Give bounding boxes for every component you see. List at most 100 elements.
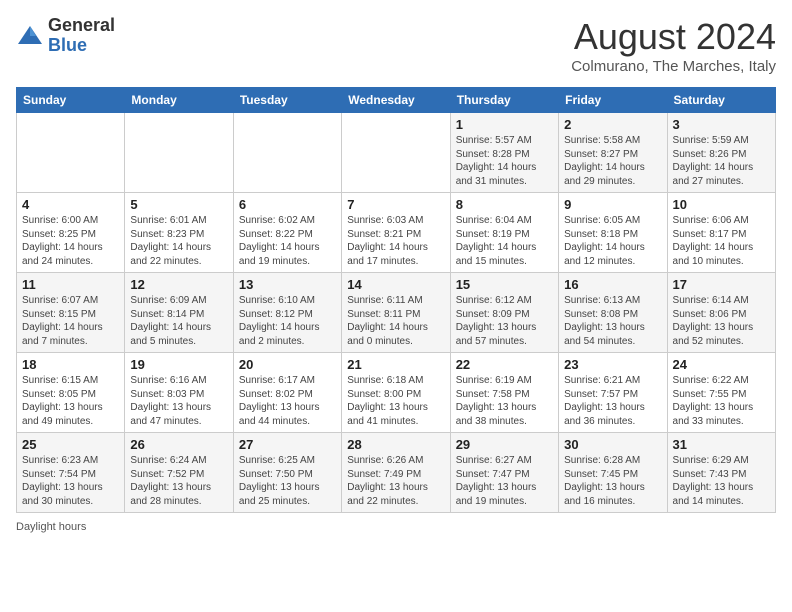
day-number: 19 — [130, 357, 227, 372]
calendar-cell: 8 Sunrise: 6:04 AM Sunset: 8:19 PM Daylig… — [450, 193, 558, 273]
day-number: 7 — [347, 197, 444, 212]
day-number: 5 — [130, 197, 227, 212]
day-number: 26 — [130, 437, 227, 452]
calendar-cell: 17Sunrise: 6:14 AM Sunset: 8:06 PM Dayli… — [667, 273, 775, 353]
header: General Blue August 2024 Colmurano, The … — [16, 16, 776, 75]
day-info: Sunrise: 6:26 AM Sunset: 7:49 PM Dayligh… — [347, 454, 444, 508]
calendar-cell: 19 Sunrise: 6:16 AM Sunset: 8:03 PM Dayli… — [125, 353, 233, 433]
logo: General Blue — [16, 16, 115, 56]
day-header-wednesday: Wednesday — [342, 88, 450, 113]
day-number: 30 — [564, 437, 661, 452]
day-number: 8 — [456, 197, 553, 212]
day-header-friday: Friday — [559, 88, 667, 113]
day-number: 9 — [564, 197, 661, 212]
day-info: Sunrise: 6:25 AM Sunset: 7:50 PM Dayligh… — [239, 454, 336, 508]
day-number: 12 — [130, 277, 227, 292]
day-number: 2 — [564, 117, 661, 132]
logo-icon — [16, 22, 44, 50]
day-number: 20 — [239, 357, 336, 372]
day-info: Sunrise: 6:23 AM Sunset: 7:54 PM Dayligh… — [22, 454, 119, 508]
day-info: Sunrise: 6:29 AM Sunset: 7:43 PM Dayligh… — [673, 454, 770, 508]
calendar-cell: 12 Sunrise: 6:09 AM Sunset: 8:14 PM Dayli… — [125, 273, 233, 353]
calendar-cell: 31 Sunrise: 6:29 AM Sunset: 7:43 PM Dayli… — [667, 433, 775, 513]
day-info: Sunrise: 6:10 AM Sunset: 8:12 PM Dayligh… — [239, 294, 336, 348]
day-number: 6 — [239, 197, 336, 212]
footer-note: Daylight hours — [16, 521, 776, 533]
calendar-cell: 28 Sunrise: 6:26 AM Sunset: 7:49 PM Dayli… — [342, 433, 450, 513]
calendar-cell: 2Sunrise: 5:58 AM Sunset: 8:27 PM Daylig… — [559, 113, 667, 193]
calendar-cell: 14 Sunrise: 6:11 AM Sunset: 8:11 PM Dayli… — [342, 273, 450, 353]
day-info: Sunrise: 5:57 AM Sunset: 8:28 PM Dayligh… — [456, 134, 553, 188]
day-number: 21 — [347, 357, 444, 372]
day-info: Sunrise: 5:59 AM Sunset: 8:26 PM Dayligh… — [673, 134, 770, 188]
day-number: 24 — [673, 357, 770, 372]
day-info: Sunrise: 6:02 AM Sunset: 8:22 PM Dayligh… — [239, 214, 336, 268]
day-info: Sunrise: 6:15 AM Sunset: 8:05 PM Dayligh… — [22, 374, 119, 428]
day-info: Sunrise: 6:22 AM Sunset: 7:55 PM Dayligh… — [673, 374, 770, 428]
calendar-cell: 9 Sunrise: 6:05 AM Sunset: 8:18 PM Daylig… — [559, 193, 667, 273]
calendar-week-row: 4Sunrise: 6:00 AM Sunset: 8:25 PM Daylig… — [17, 193, 776, 273]
calendar-cell: 6 Sunrise: 6:02 AM Sunset: 8:22 PM Daylig… — [233, 193, 341, 273]
calendar-cell: 27 Sunrise: 6:25 AM Sunset: 7:50 PM Dayli… — [233, 433, 341, 513]
day-info: Sunrise: 6:19 AM Sunset: 7:58 PM Dayligh… — [456, 374, 553, 428]
calendar-cell — [342, 113, 450, 193]
day-info: Sunrise: 6:16 AM Sunset: 8:03 PM Dayligh… — [130, 374, 227, 428]
day-info: Sunrise: 6:28 AM Sunset: 7:45 PM Dayligh… — [564, 454, 661, 508]
day-info: Sunrise: 6:06 AM Sunset: 8:17 PM Dayligh… — [673, 214, 770, 268]
day-number: 16 — [564, 277, 661, 292]
calendar-cell: 18 Sunrise: 6:15 AM Sunset: 8:05 PM Dayli… — [17, 353, 125, 433]
day-header-sunday: Sunday — [17, 88, 125, 113]
day-number: 27 — [239, 437, 336, 452]
day-number: 1 — [456, 117, 553, 132]
calendar-week-row: 1 Sunrise: 5:57 AM Sunset: 8:28 PM Daylig… — [17, 113, 776, 193]
day-number: 25 — [22, 437, 119, 452]
day-info: Sunrise: 6:14 AM Sunset: 8:06 PM Dayligh… — [673, 294, 770, 348]
calendar-week-row: 11 Sunrise: 6:07 AM Sunset: 8:15 PM Dayli… — [17, 273, 776, 353]
day-number: 10 — [673, 197, 770, 212]
day-number: 31 — [673, 437, 770, 452]
day-header-monday: Monday — [125, 88, 233, 113]
day-number: 18 — [22, 357, 119, 372]
calendar-cell: 1 Sunrise: 5:57 AM Sunset: 8:28 PM Daylig… — [450, 113, 558, 193]
day-info: Sunrise: 6:07 AM Sunset: 8:15 PM Dayligh… — [22, 294, 119, 348]
day-info: Sunrise: 6:04 AM Sunset: 8:19 PM Dayligh… — [456, 214, 553, 268]
day-info: Sunrise: 6:13 AM Sunset: 8:08 PM Dayligh… — [564, 294, 661, 348]
day-info: Sunrise: 6:00 AM Sunset: 8:25 PM Dayligh… — [22, 214, 119, 268]
calendar-subtitle: Colmurano, The Marches, Italy — [571, 58, 776, 75]
calendar-cell: 3 Sunrise: 5:59 AM Sunset: 8:26 PM Daylig… — [667, 113, 775, 193]
day-number: 14 — [347, 277, 444, 292]
day-number: 13 — [239, 277, 336, 292]
logo-general-text: General — [48, 15, 115, 35]
day-number: 28 — [347, 437, 444, 452]
calendar-cell — [17, 113, 125, 193]
calendar-cell: 30 Sunrise: 6:28 AM Sunset: 7:45 PM Dayli… — [559, 433, 667, 513]
day-info: Sunrise: 6:17 AM Sunset: 8:02 PM Dayligh… — [239, 374, 336, 428]
calendar-cell: 20 Sunrise: 6:17 AM Sunset: 8:02 PM Dayli… — [233, 353, 341, 433]
calendar-cell — [125, 113, 233, 193]
day-info: Sunrise: 6:12 AM Sunset: 8:09 PM Dayligh… — [456, 294, 553, 348]
calendar-cell: 22Sunrise: 6:19 AM Sunset: 7:58 PM Dayli… — [450, 353, 558, 433]
calendar-cell: 10 Sunrise: 6:06 AM Sunset: 8:17 PM Dayli… — [667, 193, 775, 273]
calendar-cell: 7 Sunrise: 6:03 AM Sunset: 8:21 PM Daylig… — [342, 193, 450, 273]
calendar-week-row: 18 Sunrise: 6:15 AM Sunset: 8:05 PM Dayli… — [17, 353, 776, 433]
day-info: Sunrise: 6:05 AM Sunset: 8:18 PM Dayligh… — [564, 214, 661, 268]
calendar-week-row: 25 Sunrise: 6:23 AM Sunset: 7:54 PM Dayli… — [17, 433, 776, 513]
calendar-cell: 4Sunrise: 6:00 AM Sunset: 8:25 PM Daylig… — [17, 193, 125, 273]
calendar-cell: 5 Sunrise: 6:01 AM Sunset: 8:23 PM Daylig… — [125, 193, 233, 273]
title-block: August 2024 Colmurano, The Marches, Ital… — [571, 16, 776, 75]
day-header-thursday: Thursday — [450, 88, 558, 113]
day-number: 3 — [673, 117, 770, 132]
calendar-cell: 24 Sunrise: 6:22 AM Sunset: 7:55 PM Dayli… — [667, 353, 775, 433]
day-header-saturday: Saturday — [667, 88, 775, 113]
day-number: 11 — [22, 277, 119, 292]
day-info: Sunrise: 6:09 AM Sunset: 8:14 PM Dayligh… — [130, 294, 227, 348]
day-info: Sunrise: 6:11 AM Sunset: 8:11 PM Dayligh… — [347, 294, 444, 348]
calendar-cell: 11 Sunrise: 6:07 AM Sunset: 8:15 PM Dayli… — [17, 273, 125, 353]
day-info: Sunrise: 6:01 AM Sunset: 8:23 PM Dayligh… — [130, 214, 227, 268]
calendar-cell — [233, 113, 341, 193]
calendar-cell: 26Sunrise: 6:24 AM Sunset: 7:52 PM Dayli… — [125, 433, 233, 513]
day-info: Sunrise: 6:21 AM Sunset: 7:57 PM Dayligh… — [564, 374, 661, 428]
calendar-cell: 29Sunrise: 6:27 AM Sunset: 7:47 PM Dayli… — [450, 433, 558, 513]
day-info: Sunrise: 6:03 AM Sunset: 8:21 PM Dayligh… — [347, 214, 444, 268]
day-info: Sunrise: 6:27 AM Sunset: 7:47 PM Dayligh… — [456, 454, 553, 508]
